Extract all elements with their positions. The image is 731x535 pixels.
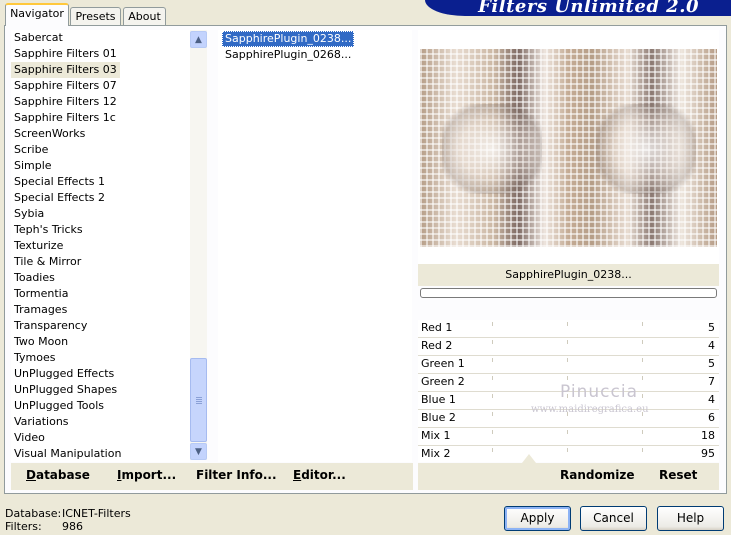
parameter-name: Mix 1: [421, 429, 451, 442]
apply-button[interactable]: Apply: [504, 506, 571, 531]
parameter-value: 18: [701, 429, 715, 442]
watermark-name: Pinuccia: [560, 382, 638, 402]
preview-image: [420, 49, 717, 247]
category-item[interactable]: Two Moon: [11, 334, 190, 350]
scroll-up-button[interactable]: ▲: [190, 31, 207, 48]
parameter-name: Blue 2: [421, 411, 456, 424]
help-button[interactable]: Help: [657, 506, 724, 531]
category-list[interactable]: Sabercat Sapphire Filters 01 Sapphire Filt…: [11, 30, 190, 462]
title-banner: Filters Unlimited 2.0: [425, 0, 731, 17]
category-item[interactable]: Toadies: [11, 270, 190, 286]
tab-presets[interactable]: Presets: [70, 7, 121, 25]
parameter-slider[interactable]: Red 2 4: [418, 338, 719, 356]
category-item[interactable]: Simple: [11, 158, 190, 174]
parameter-name: Red 2: [421, 339, 453, 352]
status-database-value: ICNET-Filters: [62, 507, 131, 520]
filter-info-button[interactable]: Filter Info...: [196, 468, 277, 482]
category-item[interactable]: Sapphire Filters 03: [11, 62, 120, 78]
watermark-url: www.maidiregrafica.eu: [531, 404, 649, 415]
category-item[interactable]: Special Effects 1: [11, 174, 190, 190]
category-item[interactable]: Sapphire Filters 07: [11, 78, 190, 94]
chevron-up-icon: ▲: [195, 34, 202, 45]
category-item[interactable]: UnPlugged Tools: [11, 398, 190, 414]
status-filters-label: Filters:: [5, 520, 42, 533]
category-item[interactable]: Sapphire Filters 12: [11, 94, 190, 110]
right-action-bar: Randomize Reset: [418, 463, 719, 490]
scroll-down-button[interactable]: ▼: [190, 443, 207, 460]
import-button[interactable]: Import...: [117, 468, 176, 482]
parameter-name: Mix 2: [421, 447, 451, 460]
parameter-name: Green 1: [421, 357, 465, 370]
category-item[interactable]: UnPlugged Effects: [11, 366, 190, 382]
category-item[interactable]: Sapphire Filters 1c: [11, 110, 190, 126]
randomize-button[interactable]: Randomize: [560, 468, 634, 482]
parameter-slider[interactable]: Mix 1 18: [418, 428, 719, 446]
category-item[interactable]: Sapphire Filters 01: [11, 46, 190, 62]
parameter-value: 4: [708, 393, 715, 406]
category-item[interactable]: Tile & Mirror: [11, 254, 190, 270]
category-item[interactable]: Variations: [11, 414, 190, 430]
parameter-value: 95: [701, 447, 715, 460]
category-item[interactable]: Special Effects 2: [11, 190, 190, 206]
category-item[interactable]: Teph's Tricks: [11, 222, 190, 238]
tab-about[interactable]: About: [123, 7, 166, 25]
parameter-name: Red 1: [421, 321, 453, 334]
category-item[interactable]: Sabercat: [11, 30, 190, 46]
category-item[interactable]: Texturize: [11, 238, 190, 254]
cancel-button[interactable]: Cancel: [580, 506, 647, 531]
category-item[interactable]: Tormentia: [11, 286, 190, 302]
filter-item[interactable]: SapphirePlugin_0268...: [222, 47, 354, 63]
category-item[interactable]: Visual Manipulation: [11, 446, 190, 462]
status-filters-value: 986: [62, 520, 83, 533]
category-scrollbar[interactable]: ▲ ▼: [190, 30, 207, 460]
reset-button[interactable]: Reset: [659, 468, 697, 482]
category-item[interactable]: Tymoes: [11, 350, 190, 366]
parameter-slider[interactable]: Green 1 5: [418, 356, 719, 374]
status-database-label: Database:: [5, 507, 62, 520]
preview-caption: SapphirePlugin_0238...: [418, 264, 719, 286]
filter-item[interactable]: SapphirePlugin_0238...: [222, 31, 355, 47]
preview-panel: [418, 30, 719, 264]
category-item[interactable]: ScreenWorks: [11, 126, 190, 142]
parameter-slider[interactable]: Mix 2 95: [418, 446, 719, 464]
progress-bar: [420, 288, 717, 298]
category-item[interactable]: Video: [11, 430, 190, 446]
status-filters: Filters: 986: [5, 520, 83, 533]
category-item[interactable]: Transparency: [11, 318, 190, 334]
tab-navigator[interactable]: Navigator: [5, 3, 69, 26]
slider-pointer-icon: [522, 454, 536, 463]
filter-list[interactable]: SapphirePlugin_0238... SapphirePlugin_026…: [218, 30, 412, 462]
parameter-name: Blue 1: [421, 393, 456, 406]
chevron-down-icon: ▼: [195, 446, 202, 457]
category-item[interactable]: UnPlugged Shapes: [11, 382, 190, 398]
parameter-value: 4: [708, 339, 715, 352]
category-item[interactable]: Sybia: [11, 206, 190, 222]
database-button[interactable]: Database: [26, 468, 90, 482]
parameter-value: 5: [708, 357, 715, 370]
editor-button[interactable]: Editor...: [293, 468, 346, 482]
category-item[interactable]: Tramages: [11, 302, 190, 318]
category-item[interactable]: Scribe: [11, 142, 190, 158]
parameter-value: 7: [708, 375, 715, 388]
left-action-bar: Database Import... Filter Info... Editor…: [11, 463, 413, 490]
parameter-value: 6: [708, 411, 715, 424]
status-database: Database: ICNET-Filters: [5, 507, 131, 520]
parameter-value: 5: [708, 321, 715, 334]
app-title: Filters Unlimited 2.0: [478, 0, 699, 17]
scrollbar-thumb[interactable]: [190, 358, 207, 442]
parameter-slider[interactable]: Red 1 5: [418, 320, 719, 338]
parameter-name: Green 2: [421, 375, 465, 388]
